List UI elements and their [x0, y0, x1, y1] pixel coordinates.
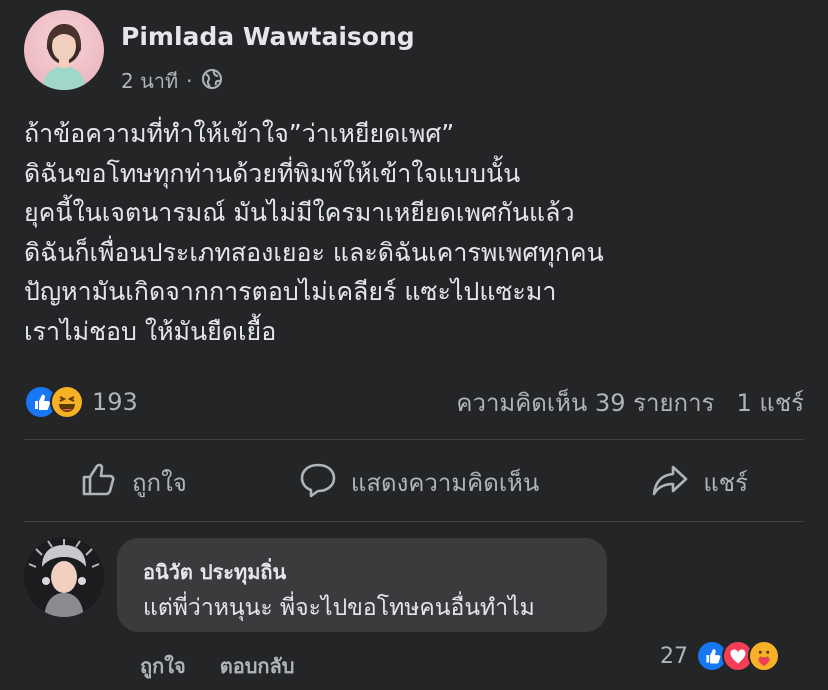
- comment-button[interactable]: แสดงความคิดเห็น: [299, 461, 539, 505]
- comment-label: แสดงความคิดเห็น: [350, 469, 540, 497]
- share-button[interactable]: แชร์: [651, 461, 748, 505]
- comment-text: แต่พี่ว่าหนุนะ พี่จะไปขอโทษคนอื่นทำไม: [143, 595, 535, 621]
- reaction-count: 193: [92, 388, 138, 416]
- post-time[interactable]: 2 นาที: [121, 65, 178, 97]
- post-text-line: ยุคนี้ในเจตนารมณ์ มันไม่มีใครมาเหยียดเพศ…: [24, 198, 575, 228]
- author-avatar[interactable]: [24, 10, 104, 90]
- haha-reaction-icon: [50, 385, 84, 419]
- post-text-line: ปัญหามันเกิดจากการตอบไม่เคลียร์ แซะไปแซะ…: [24, 277, 557, 307]
- care-reaction-icon: [748, 640, 780, 672]
- share-count[interactable]: 1 แชร์: [736, 383, 804, 422]
- post-action-bar: ถูกใจ แสดงความคิดเห็น แชร์: [24, 445, 804, 520]
- comment-actions: ถูกใจ ตอบกลับ: [140, 650, 294, 682]
- like-label: ถูกใจ: [132, 469, 187, 497]
- post-stats: ความคิดเห็น 39 รายการ 1 แชร์: [456, 384, 804, 420]
- commenter-avatar[interactable]: [24, 537, 104, 617]
- meta-separator: ·: [186, 69, 193, 93]
- like-button[interactable]: ถูกใจ: [80, 461, 187, 505]
- author-name[interactable]: Pimlada Wawtaisong: [121, 22, 415, 51]
- globe-icon: [201, 68, 223, 95]
- reaction-summary[interactable]: 193: [24, 384, 138, 420]
- comment-reply-button[interactable]: ตอบกลับ: [220, 650, 295, 682]
- comment-reaction-count: 27: [660, 643, 688, 669]
- commenter-name[interactable]: อนิวัต ประทุมถิ่น: [143, 556, 286, 588]
- divider: [24, 521, 804, 522]
- post-text-line: เราไม่ชอบ ให้มันยืดเยื้อ: [24, 316, 277, 346]
- post-text-line: ถ้าข้อความที่ทำให้เข้าใจ”ว่าเหยียดเพศ”: [24, 119, 455, 148]
- comment-reaction-summary[interactable]: 27: [660, 640, 780, 672]
- post-text: ถ้าข้อความที่ทำให้เข้าใจ”ว่าเหยียดเพศ” ด…: [24, 114, 814, 352]
- comment-count[interactable]: ความคิดเห็น 39 รายการ: [456, 383, 714, 422]
- comment-like-button[interactable]: ถูกใจ: [140, 650, 186, 682]
- divider: [24, 439, 804, 440]
- comment-bubble-icon: [299, 461, 351, 505]
- post-text-line: ดิฉันขอโทษทุกท่านด้วยที่พิมพ์ให้เข้าใจแบ…: [24, 158, 521, 188]
- post-text-line: ดิฉันก็เพื่อนประเภทสองเยอะ และดิฉันเคารพ…: [24, 237, 604, 267]
- post-meta: 2 นาที ·: [121, 65, 223, 97]
- share-arrow-icon: [651, 461, 703, 505]
- comment-bubble[interactable]: อนิวัต ประทุมถิ่น แต่พี่ว่าหนุนะ พี่จะไป…: [117, 538, 607, 632]
- thumbs-up-icon: [80, 461, 132, 505]
- share-label: แชร์: [703, 469, 748, 497]
